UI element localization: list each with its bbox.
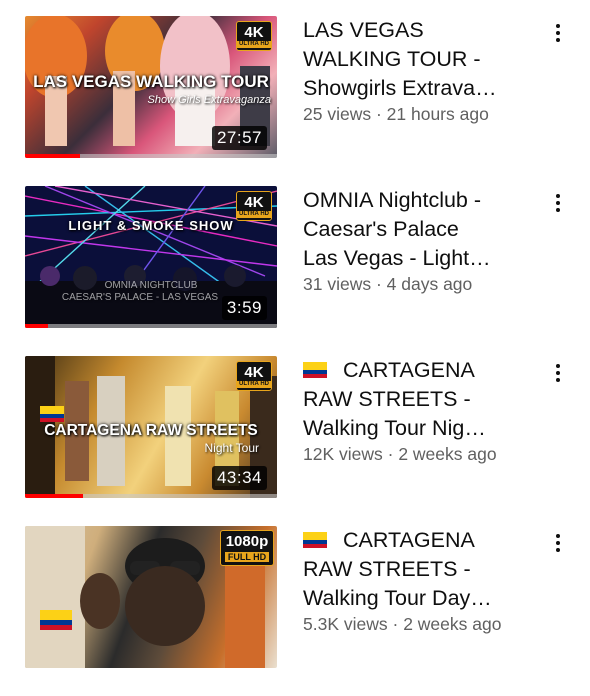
thumbnail-overlay-subtitle: Show Girls Extravaganza bbox=[147, 94, 272, 106]
thumbnail-overlay-subtitle: Night Tour bbox=[204, 441, 259, 455]
thumbnail-overlay-subtitle: OMNIA NIGHTCLUB bbox=[104, 280, 198, 291]
quality-badge-sublabel: ULTRA HD bbox=[237, 40, 271, 48]
video-metadata: 25 views · 21 hours ago bbox=[303, 104, 543, 125]
thumbnail-overlay-subtitle-2: CAESAR'S PALACE - LAS VEGAS bbox=[61, 292, 219, 303]
more-vert-icon[interactable] bbox=[546, 360, 570, 386]
watch-progress-fill bbox=[25, 154, 81, 158]
video-title-line: OMNIA Nightclub - bbox=[303, 188, 482, 212]
meta-separator: · bbox=[387, 614, 404, 634]
view-count: 12K views bbox=[303, 444, 383, 464]
video-title-line: Las Vegas - Light… bbox=[303, 246, 491, 270]
watch-progress-track bbox=[25, 494, 277, 498]
video-title-line: RAW STREETS - bbox=[303, 557, 471, 581]
quality-badge: 4K ULTRA HD bbox=[236, 361, 272, 391]
quality-badge-sublabel: ULTRA HD bbox=[237, 380, 271, 388]
video-metadata: 31 views · 4 days ago bbox=[303, 274, 543, 295]
quality-badge: 4K ULTRA HD bbox=[236, 191, 272, 221]
video-thumbnail[interactable]: LAS VEGAS WALKING TOUR Show Girls Extrav… bbox=[25, 16, 277, 158]
colombia-flag-icon bbox=[303, 527, 329, 548]
video-title[interactable]: CARTAGENA RAW STREETS - Walking Tour Day… bbox=[303, 526, 543, 613]
video-metadata: 12K views · 2 weeks ago bbox=[303, 444, 543, 465]
video-title[interactable]: CARTAGENA RAW STREETS - Walking Tour Nig… bbox=[303, 356, 543, 443]
quality-badge: 4K ULTRA HD bbox=[236, 21, 272, 51]
view-count: 5.3K views bbox=[303, 614, 388, 634]
upload-age: 2 weeks ago bbox=[398, 444, 497, 464]
video-title-line: LAS VEGAS bbox=[303, 18, 424, 42]
video-info[interactable]: OMNIA Nightclub - Caesar's Palace Las Ve… bbox=[303, 186, 543, 295]
meta-separator: · bbox=[371, 104, 387, 124]
view-count: 31 views bbox=[303, 274, 372, 294]
meta-separator: · bbox=[371, 274, 387, 294]
upload-age: 4 days ago bbox=[386, 274, 473, 294]
video-title-line: Walking Tour Nig… bbox=[303, 416, 486, 440]
video-title-line: Caesar's Palace bbox=[303, 217, 459, 241]
thumbnail-overlay-title: LAS VEGAS WALKING TOUR bbox=[33, 72, 269, 91]
duration-badge: 3:59 bbox=[221, 296, 267, 320]
video-info[interactable]: CARTAGENA RAW STREETS - Walking Tour Day… bbox=[303, 526, 543, 635]
meta-separator: · bbox=[382, 444, 399, 464]
upload-age: 2 weeks ago bbox=[403, 614, 502, 634]
video-list-item[interactable]: LAS VEGAS WALKING TOUR Show Girls Extrav… bbox=[0, 16, 590, 186]
watch-progress-track bbox=[25, 324, 277, 328]
video-title-line: CARTAGENA bbox=[343, 528, 475, 552]
video-thumbnail[interactable]: CARTAGENA RAW STREETS Night Tour 4K ULTR… bbox=[25, 356, 277, 498]
colombia-flag-icon bbox=[303, 357, 329, 378]
quality-badge-label: 4K bbox=[244, 23, 264, 41]
video-title-line: Walking Tour Day… bbox=[303, 586, 492, 610]
video-title-line: Showgirls Extrava… bbox=[303, 76, 497, 100]
thumbnail-overlay-title: CARTAGENA RAW STREETS bbox=[44, 422, 258, 439]
video-title-line: WALKING TOUR - bbox=[303, 47, 481, 71]
quality-badge-sublabel: ULTRA HD bbox=[237, 210, 271, 218]
video-thumbnail[interactable]: LIGHT & SMOKE SHOW OMNIA NIGHTCLUB CAESA… bbox=[25, 186, 277, 328]
video-metadata: 5.3K views · 2 weeks ago bbox=[303, 614, 543, 635]
quality-badge: 1080p FULL HD bbox=[220, 530, 274, 566]
video-title-line: RAW STREETS - bbox=[303, 387, 471, 411]
more-vert-icon[interactable] bbox=[546, 190, 570, 216]
quality-badge-label: 4K bbox=[244, 363, 264, 381]
watch-progress-track bbox=[25, 154, 277, 158]
video-list-item[interactable]: LIGHT & SMOKE SHOW OMNIA NIGHTCLUB CAESA… bbox=[0, 186, 590, 356]
duration-badge: 27:57 bbox=[211, 126, 267, 150]
video-list-item[interactable]: 1080p FULL HD CARTAGENA RAW STREETS - Wa… bbox=[0, 526, 590, 696]
video-title-line: CARTAGENA bbox=[343, 358, 475, 382]
video-title[interactable]: LAS VEGAS WALKING TOUR - Showgirls Extra… bbox=[303, 16, 543, 103]
view-count: 25 views bbox=[303, 104, 372, 124]
quality-badge-label: 1080p bbox=[225, 533, 269, 550]
more-vert-icon[interactable] bbox=[546, 530, 570, 556]
watch-progress-fill bbox=[25, 494, 83, 498]
watch-progress-fill bbox=[25, 324, 48, 328]
video-thumbnail[interactable]: 1080p FULL HD bbox=[25, 526, 277, 668]
video-info[interactable]: LAS VEGAS WALKING TOUR - Showgirls Extra… bbox=[303, 16, 543, 125]
upload-age: 21 hours ago bbox=[386, 104, 489, 124]
video-list-item[interactable]: CARTAGENA RAW STREETS Night Tour 4K ULTR… bbox=[0, 356, 590, 526]
more-vert-icon[interactable] bbox=[546, 20, 570, 46]
quality-badge-sublabel: FULL HD bbox=[224, 552, 270, 562]
duration-badge: 43:34 bbox=[211, 466, 267, 490]
video-info[interactable]: CARTAGENA RAW STREETS - Walking Tour Nig… bbox=[303, 356, 543, 465]
quality-badge-label: 4K bbox=[244, 193, 264, 211]
colombia-flag-icon bbox=[40, 610, 72, 635]
video-title[interactable]: OMNIA Nightclub - Caesar's Palace Las Ve… bbox=[303, 186, 543, 273]
